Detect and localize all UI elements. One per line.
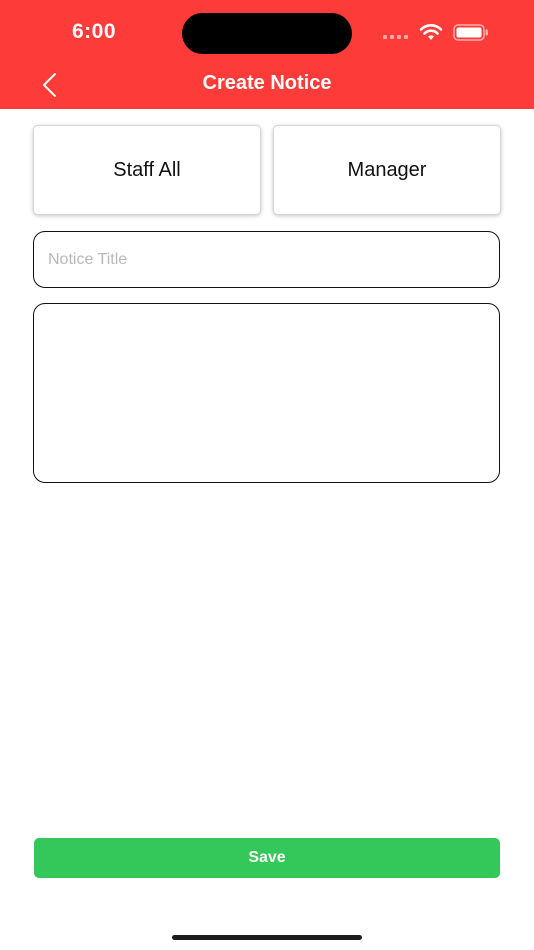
home-indicator [172,935,362,940]
app-header: 6:00 Create Notice [0,0,534,109]
page-title: Create Notice [202,72,332,94]
save-button[interactable]: Save [34,838,500,878]
manager-option[interactable]: Manager [273,125,501,215]
status-time: 6:00 [72,20,117,43]
wifi-icon [419,24,443,40]
notice-body-textarea[interactable] [33,303,500,483]
notice-title-input[interactable] [33,231,500,288]
battery-icon [453,24,488,41]
signal-icon [383,35,409,39]
create-notice-screen: 6:00 Create Notice Staff All Manager Sav… [0,0,534,950]
staff-all-option[interactable]: Staff All [33,125,261,215]
dynamic-island [182,13,352,54]
